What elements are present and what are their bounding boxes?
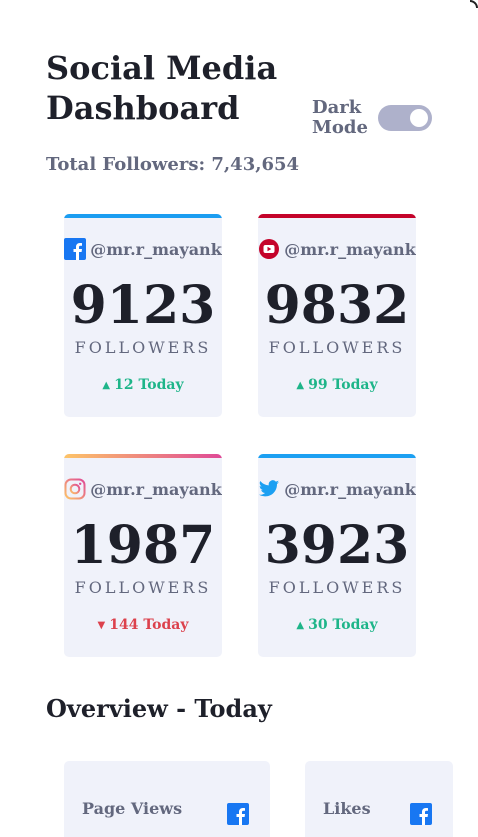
today-change: ▲ 12 Today: [64, 377, 222, 393]
overview-label: Likes: [323, 799, 371, 818]
overview-card-page-views[interactable]: Page Views: [64, 761, 270, 837]
youtube-icon: [258, 238, 280, 260]
followers-label: FOLLOWERS: [74, 338, 212, 357]
followers-label: FOLLOWERS: [74, 578, 212, 597]
today-change: ▲ 30 Today: [258, 617, 416, 633]
handle-text: @mr.r_mayank: [90, 239, 222, 259]
today-text: 144 Today: [109, 617, 189, 633]
follower-count: 1987: [70, 515, 216, 576]
up-arrow-icon: ▲: [296, 620, 305, 631]
dark-mode-toggle[interactable]: [378, 105, 432, 131]
followers-label: FOLLOWERS: [268, 578, 406, 597]
card-handle: @mr.r_mayank: [258, 478, 416, 500]
dark-mode-control: Dark Mode: [312, 98, 432, 138]
window-corner: [470, 0, 478, 8]
overview-label: Page Views: [82, 799, 183, 818]
up-arrow-icon: ▲: [296, 380, 305, 391]
today-text: 12 Today: [114, 377, 184, 393]
follower-count: 3923: [264, 515, 410, 576]
card-accent-bar: [64, 454, 222, 458]
card-youtube[interactable]: @mr.r_mayank 9832 FOLLOWERS ▲ 99 Today: [258, 214, 416, 417]
total-followers: Total Followers: 7,43,654: [46, 154, 300, 175]
twitter-icon: [258, 478, 280, 500]
handle-text: @mr.r_mayank: [90, 479, 222, 499]
follower-count: 9832: [264, 275, 410, 336]
followers-label: FOLLOWERS: [268, 338, 406, 357]
toggle-knob: [410, 109, 428, 127]
facebook-icon: [64, 238, 87, 260]
today-change: ▼ 144 Today: [64, 617, 222, 633]
today-text: 30 Today: [308, 617, 378, 633]
card-handle: @mr.r_mayank: [64, 478, 222, 500]
overview-title: Overview - Today: [46, 694, 272, 723]
page-title: Social Media Dashboard: [46, 49, 278, 127]
handle-text: @mr.r_mayank: [284, 239, 416, 259]
card-accent-bar: [258, 214, 416, 218]
handle-text: @mr.r_mayank: [284, 479, 416, 499]
today-text: 99 Today: [308, 377, 378, 393]
instagram-icon: [64, 478, 86, 500]
facebook-icon: [410, 803, 432, 825]
card-handle: @mr.r_mayank: [64, 238, 222, 260]
card-facebook[interactable]: @mr.r_mayank 9123 FOLLOWERS ▲ 12 Today: [64, 214, 222, 417]
card-twitter[interactable]: @mr.r_mayank 3923 FOLLOWERS ▲ 30 Today: [258, 454, 416, 657]
up-arrow-icon: ▲: [102, 380, 111, 391]
facebook-icon: [227, 803, 249, 825]
today-change: ▲ 99 Today: [258, 377, 416, 393]
card-instagram[interactable]: @mr.r_mayank 1987 FOLLOWERS ▼ 144 Today: [64, 454, 222, 657]
card-accent-bar: [258, 454, 416, 458]
card-handle: @mr.r_mayank: [258, 238, 416, 260]
overview-card-likes[interactable]: Likes: [305, 761, 453, 837]
down-arrow-icon: ▼: [97, 620, 106, 631]
card-accent-bar: [64, 214, 222, 218]
follower-count: 9123: [70, 275, 216, 336]
dark-mode-label: Dark Mode: [312, 97, 368, 138]
